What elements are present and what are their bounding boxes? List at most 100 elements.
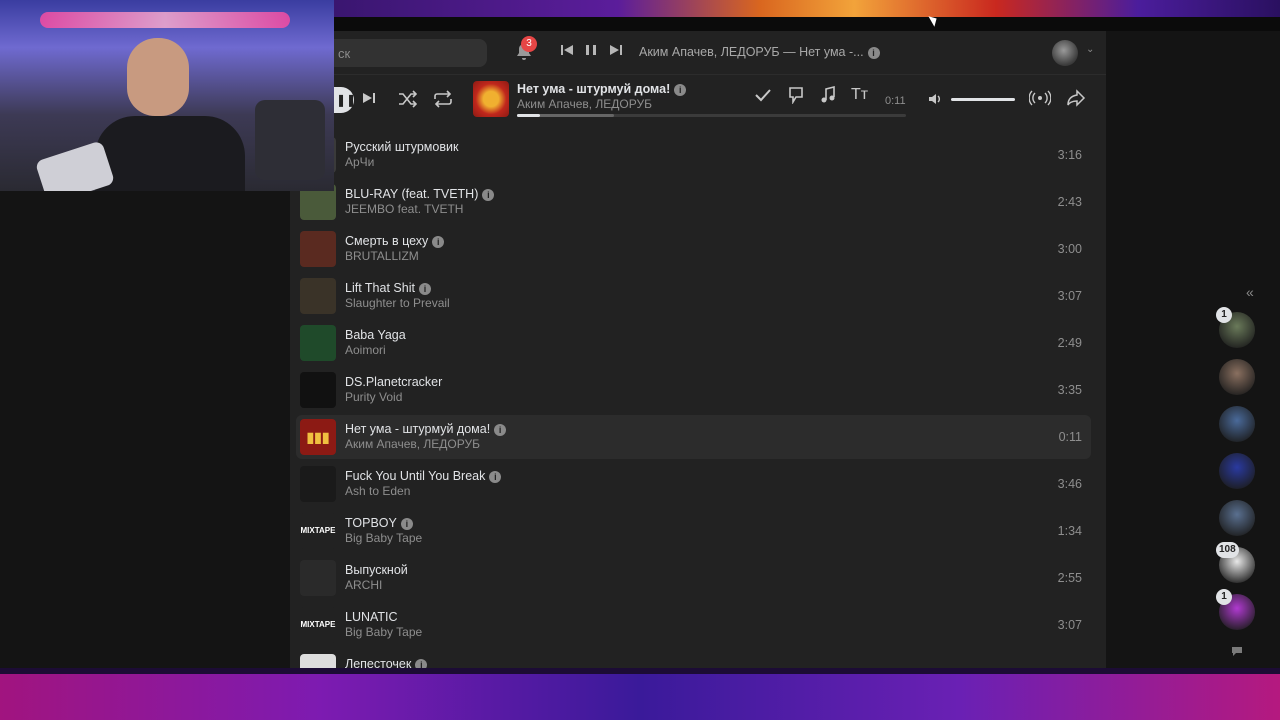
header-now-playing[interactable]: Аким Апачев, ЛЕДОРУБ — Нет ума -... i bbox=[639, 45, 880, 59]
header-now-playing-text[interactable]: Аким Апачев, ЛЕДОРУБ — Нет ума -... bbox=[639, 45, 864, 59]
track-title[interactable]: DS.Planetcracker bbox=[345, 375, 442, 389]
search-input[interactable]: ск bbox=[334, 39, 487, 67]
chat-icon[interactable] bbox=[1231, 645, 1243, 660]
track-row[interactable]: BLU-RAY (feat. TVETH) i JEEMBO feat. TVETH… bbox=[296, 180, 1091, 224]
track-title[interactable]: Lift That Shit i bbox=[345, 281, 431, 295]
track-artist[interactable]: Aoimori bbox=[345, 343, 386, 357]
player-time: 0:11 bbox=[885, 95, 906, 107]
track-row[interactable]: Лепесточек i bbox=[296, 650, 1091, 668]
track-row[interactable]: ▮▮▮ Нет ума - штурмуй дома! i Аким Апачев, … bbox=[296, 415, 1091, 459]
track-title-text[interactable]: LUNATIC bbox=[345, 610, 398, 624]
pause-button[interactable]: ❚❚ bbox=[334, 87, 356, 113]
contact-avatar[interactable]: 1 bbox=[1216, 307, 1255, 348]
volume-icon[interactable] bbox=[927, 91, 943, 112]
led-light bbox=[40, 12, 290, 28]
explicit-icon: i bbox=[400, 517, 413, 530]
track-artist[interactable]: BRUTALLIZM bbox=[345, 249, 419, 263]
track-duration: 1:34 bbox=[1057, 524, 1082, 538]
track-title[interactable]: LUNATIC bbox=[345, 610, 398, 624]
track-title-text[interactable]: Русский штурмовик bbox=[345, 140, 458, 154]
next-track-icon[interactable] bbox=[609, 43, 623, 60]
track-title-text[interactable]: Fuck You Until You Break bbox=[345, 469, 485, 483]
collapse-double-chevron-icon[interactable]: « bbox=[1246, 284, 1254, 300]
track-title[interactable]: Baba Yaga bbox=[345, 328, 406, 342]
track-row[interactable]: MIXTAPE TOPBOY i Big Baby Tape 1:34 bbox=[296, 509, 1091, 553]
track-cover[interactable]: MIXTAPE bbox=[300, 607, 336, 643]
track-artist[interactable]: АрЧи bbox=[345, 155, 374, 169]
track-row[interactable]: Выпускной ARCHI 2:55 bbox=[296, 556, 1091, 600]
track-title[interactable]: BLU-RAY (feat. TVETH) i bbox=[345, 187, 495, 201]
contact-avatar[interactable] bbox=[1219, 359, 1255, 395]
webcam-overlay bbox=[0, 0, 334, 191]
track-cover[interactable] bbox=[300, 654, 336, 668]
track-artist[interactable]: Ash to Eden bbox=[345, 484, 410, 498]
track-title-text[interactable]: Смерть в цеху bbox=[345, 234, 428, 248]
track-cover[interactable] bbox=[300, 278, 336, 314]
track-title-text[interactable]: BLU-RAY (feat. TVETH) bbox=[345, 187, 478, 201]
track-cover[interactable] bbox=[300, 466, 336, 502]
notifications-badge: 3 bbox=[521, 36, 537, 52]
track-cover[interactable]: MIXTAPE bbox=[300, 513, 336, 549]
bottom-banner-image bbox=[0, 668, 1280, 720]
track-title[interactable]: Смерть в цеху i bbox=[345, 234, 445, 248]
shuffle-icon[interactable] bbox=[397, 90, 418, 113]
track-artist[interactable]: Slaughter to Prevail bbox=[345, 296, 450, 310]
info-icon: i bbox=[867, 46, 880, 59]
track-artist[interactable]: ARCHI bbox=[345, 578, 382, 592]
share-icon[interactable] bbox=[1066, 89, 1086, 112]
lyrics-icon[interactable]: Tт bbox=[851, 86, 868, 104]
track-title[interactable]: Лепесточек i bbox=[345, 657, 428, 668]
broadcast-icon[interactable] bbox=[1028, 89, 1052, 112]
track-title[interactable]: Выпускной bbox=[345, 563, 408, 577]
contact-avatar[interactable]: 1 bbox=[1216, 589, 1255, 630]
header-pause-icon[interactable] bbox=[584, 43, 598, 60]
check-icon[interactable] bbox=[754, 87, 772, 108]
track-title-text[interactable]: TOPBOY bbox=[345, 516, 397, 530]
track-title[interactable]: Русский штурмовик bbox=[345, 140, 458, 154]
track-row[interactable]: Смерть в цеху i BRUTALLIZM 3:00 bbox=[296, 227, 1091, 271]
track-artist[interactable]: Big Baby Tape bbox=[345, 625, 422, 639]
track-title-text[interactable]: Выпускной bbox=[345, 563, 408, 577]
now-playing-cover[interactable] bbox=[473, 81, 509, 117]
playing-equalizer-icon[interactable]: ▮▮▮ bbox=[300, 419, 336, 455]
volume-slider[interactable] bbox=[951, 98, 1015, 101]
next-icon[interactable] bbox=[362, 91, 376, 110]
contact-avatar[interactable]: 108 bbox=[1216, 542, 1255, 583]
track-title-text[interactable]: Baba Yaga bbox=[345, 328, 406, 342]
track-title-text[interactable]: Лепесточек bbox=[345, 657, 411, 668]
track-title-text[interactable]: Lift That Shit bbox=[345, 281, 415, 295]
track-artist[interactable]: Аким Апачев, ЛЕДОРУБ bbox=[345, 437, 480, 451]
track-artist[interactable]: Big Baby Tape bbox=[345, 531, 422, 545]
explicit-icon: i bbox=[418, 282, 431, 295]
track-cover[interactable] bbox=[300, 231, 336, 267]
track-title[interactable]: TOPBOY i bbox=[345, 516, 413, 530]
track-row[interactable]: Baba Yaga Aoimori 2:49 bbox=[296, 321, 1091, 365]
track-row[interactable]: DS.Planetcracker Purity Void 3:35 bbox=[296, 368, 1091, 412]
track-title[interactable]: Нет ума - штурмуй дома! i bbox=[345, 422, 507, 436]
track-row[interactable]: MIXTAPE LUNATIC Big Baby Tape 3:07 bbox=[296, 603, 1091, 647]
player-title[interactable]: Нет ума - штурмуй дома! i bbox=[517, 82, 687, 96]
track-cover[interactable] bbox=[300, 325, 336, 361]
chevron-down-icon[interactable]: ⌄ bbox=[1086, 44, 1094, 55]
progress-bar[interactable] bbox=[517, 114, 906, 117]
music-note-icon[interactable] bbox=[819, 85, 837, 109]
repeat-icon[interactable] bbox=[432, 90, 454, 113]
track-title-text[interactable]: DS.Planetcracker bbox=[345, 375, 442, 389]
explicit-icon: i bbox=[674, 83, 687, 96]
track-cover[interactable] bbox=[300, 560, 336, 596]
track-title-text[interactable]: Нет ума - штурмуй дома! bbox=[345, 422, 490, 436]
track-cover[interactable] bbox=[300, 372, 336, 408]
user-avatar[interactable] bbox=[1052, 40, 1078, 66]
previous-track-icon[interactable] bbox=[560, 43, 574, 60]
track-row[interactable]: Русский штурмовик АрЧи 3:16 bbox=[296, 133, 1091, 177]
contact-avatar[interactable] bbox=[1219, 406, 1255, 442]
player-artist[interactable]: Аким Апачев, ЛЕДОРУБ bbox=[517, 97, 652, 111]
track-title[interactable]: Fuck You Until You Break i bbox=[345, 469, 502, 483]
track-row[interactable]: Fuck You Until You Break i Ash to Eden 3:46 bbox=[296, 462, 1091, 506]
track-artist[interactable]: Purity Void bbox=[345, 390, 402, 404]
contact-avatar[interactable] bbox=[1219, 500, 1255, 536]
track-artist[interactable]: JEEMBO feat. TVETH bbox=[345, 202, 463, 216]
track-row[interactable]: Lift That Shit i Slaughter to Prevail 3:07 bbox=[296, 274, 1091, 318]
contact-avatar[interactable] bbox=[1219, 453, 1255, 489]
dislike-icon[interactable] bbox=[787, 86, 805, 109]
